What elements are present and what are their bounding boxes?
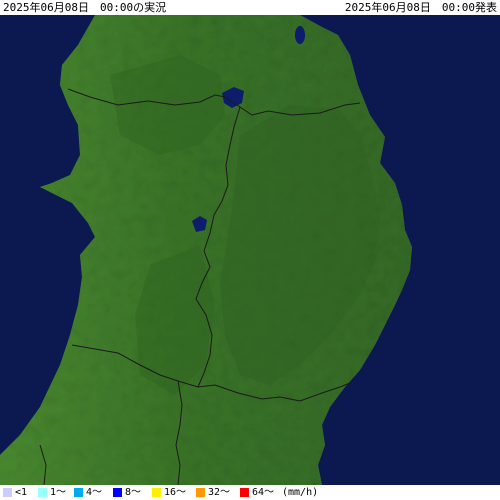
radar-map-panel: 2025年06月08日 00:00の実況 2025年06月08日 00:00発表 xyxy=(0,0,500,500)
map-area xyxy=(0,15,500,485)
observation-time: 2025年06月08日 00:00の実況 xyxy=(3,1,167,14)
header-bar: 2025年06月08日 00:00の実況 2025年06月08日 00:00発表 xyxy=(0,0,500,15)
legend-swatch xyxy=(113,488,122,497)
legend-swatch xyxy=(240,488,249,497)
legend-swatch xyxy=(152,488,161,497)
legend-label: 64〜 xyxy=(252,487,275,498)
issued-time: 2025年06月08日 00:00発表 xyxy=(344,1,497,14)
legend-label: 16〜 xyxy=(164,487,187,498)
legend-label: 32〜 xyxy=(208,487,231,498)
legend-label: 8〜 xyxy=(125,487,142,498)
legend-swatch xyxy=(196,488,205,497)
legend-swatch xyxy=(74,488,83,497)
legend-swatch xyxy=(38,488,47,497)
legend-label: 1〜 xyxy=(50,487,67,498)
legend-label: 4〜 xyxy=(86,487,103,498)
legend: <1 1〜 4〜 8〜 16〜 32〜 64〜 (mm/h) xyxy=(0,485,500,500)
terrain-map xyxy=(0,15,500,485)
legend-swatch xyxy=(3,488,12,497)
legend-label: <1 xyxy=(15,487,28,498)
lake-ogawara xyxy=(295,26,305,44)
legend-unit: (mm/h) xyxy=(282,487,319,498)
